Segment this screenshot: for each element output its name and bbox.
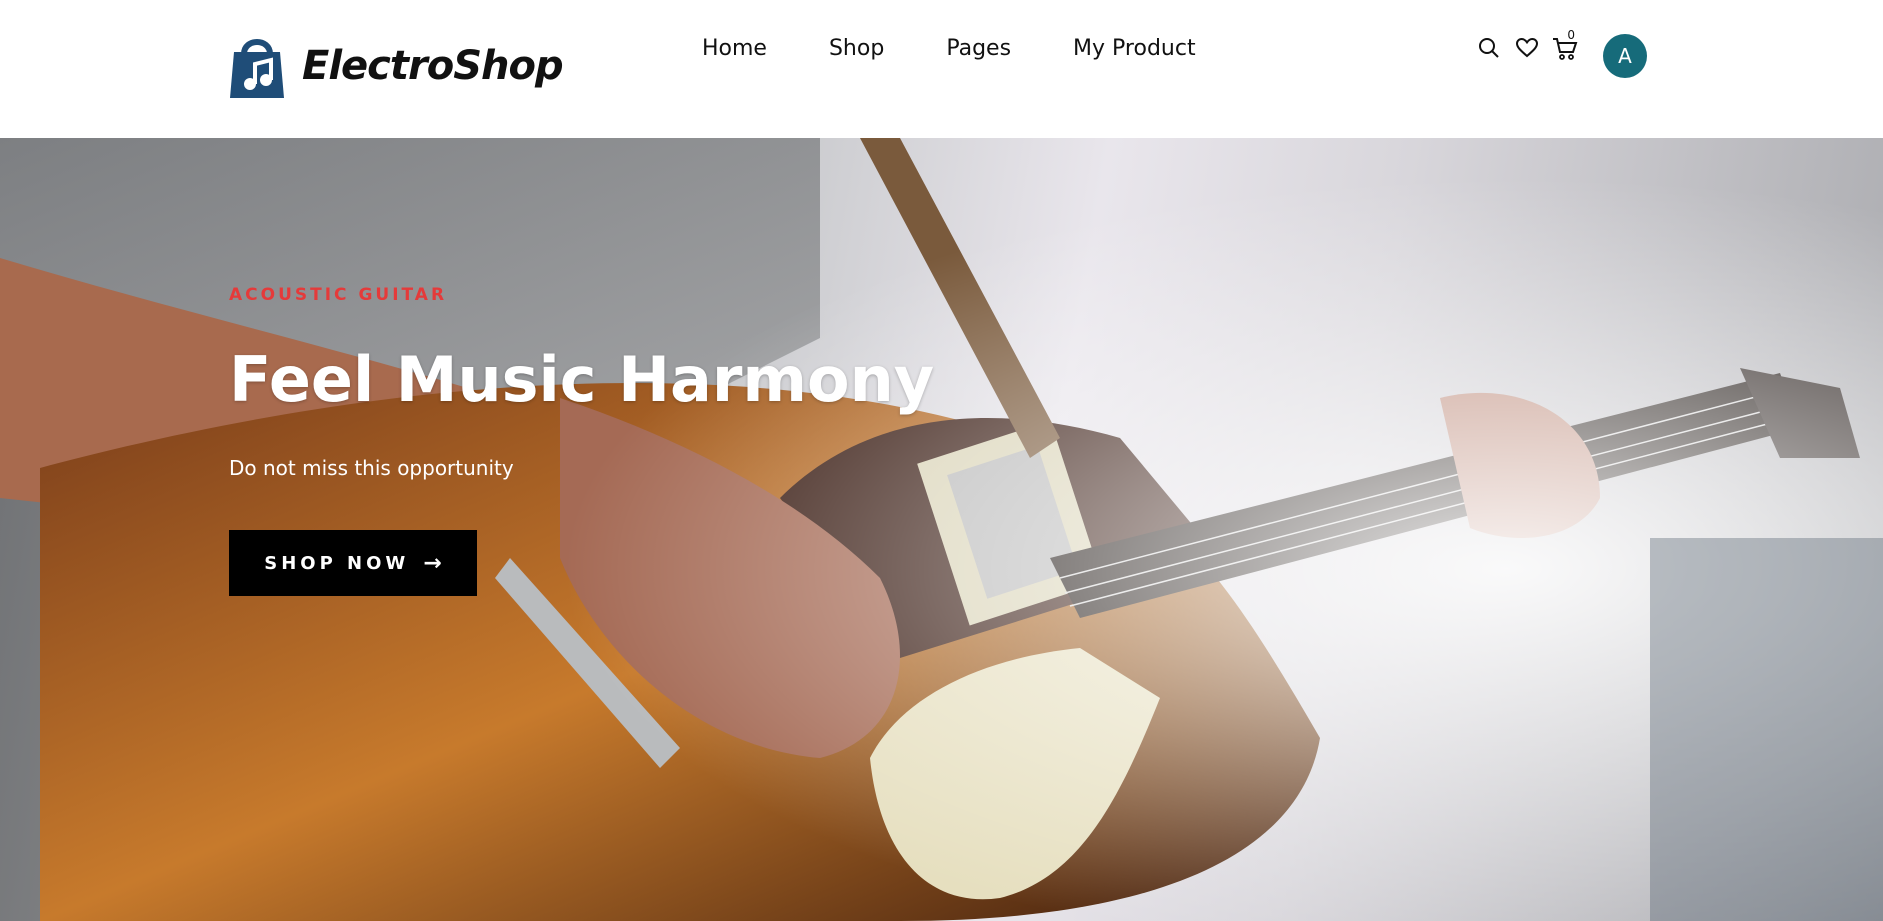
brand-logo[interactable]: ElectroShop bbox=[228, 32, 564, 100]
nav-pages[interactable]: Pages bbox=[946, 36, 1011, 61]
hero-content: ACOUSTIC GUITAR Feel Music Harmony Do no… bbox=[229, 138, 1129, 921]
shopping-bag-music-icon bbox=[228, 32, 286, 100]
hero-eyebrow: ACOUSTIC GUITAR bbox=[229, 285, 448, 305]
search-icon[interactable] bbox=[1475, 34, 1503, 62]
cart-count: 0 bbox=[1567, 28, 1575, 42]
brand-name: ElectroShop bbox=[302, 43, 564, 89]
hero-subline: Do not miss this opportunity bbox=[229, 456, 514, 480]
site-header: ElectroShop Home Shop Pages My Product 0 bbox=[0, 0, 1883, 138]
user-avatar[interactable]: A bbox=[1603, 34, 1647, 78]
nav-shop[interactable]: Shop bbox=[829, 36, 884, 61]
shop-now-label: SHOP NOW bbox=[264, 552, 410, 574]
cart-icon[interactable]: 0 bbox=[1551, 28, 1579, 62]
main-nav: Home Shop Pages My Product bbox=[702, 36, 1196, 61]
heart-icon[interactable] bbox=[1513, 34, 1541, 62]
arrow-right-icon: → bbox=[423, 550, 442, 576]
hero-banner: ACOUSTIC GUITAR Feel Music Harmony Do no… bbox=[0, 138, 1883, 921]
nav-home[interactable]: Home bbox=[702, 36, 767, 61]
shop-now-button[interactable]: SHOP NOW → bbox=[229, 530, 477, 596]
header-actions: 0 bbox=[1475, 28, 1589, 62]
nav-my-product[interactable]: My Product bbox=[1073, 36, 1196, 61]
hero-headline: Feel Music Harmony bbox=[229, 343, 935, 416]
